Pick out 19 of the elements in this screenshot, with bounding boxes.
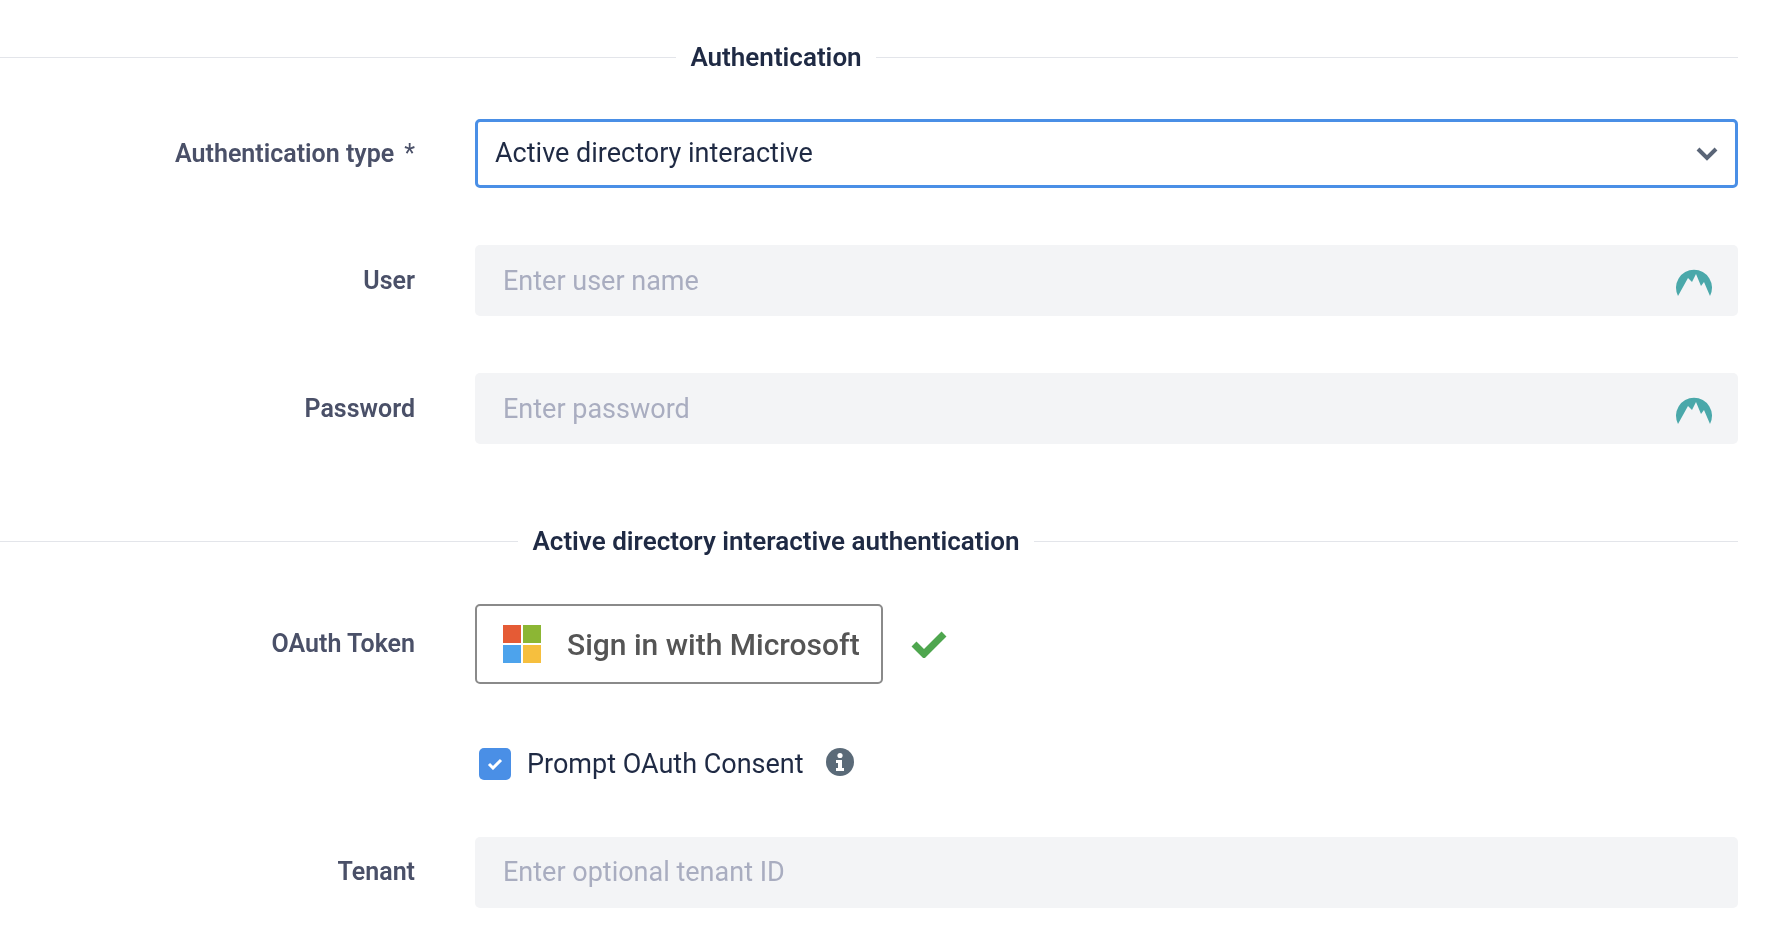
- field-label: User: [363, 264, 415, 297]
- windows-logo-icon: [503, 625, 541, 663]
- checkmark-icon: [487, 758, 503, 771]
- section-heading: Authentication: [689, 40, 863, 74]
- chevron-down-icon: [1696, 146, 1718, 161]
- field-label: OAuth Token: [271, 628, 415, 661]
- input-field[interactable]: Enter password: [475, 373, 1738, 444]
- info-icon[interactable]: [825, 748, 854, 777]
- checkbox-label[interactable]: Prompt OAuth Consent: [527, 744, 804, 785]
- section-heading: Active directory interactive authentication: [531, 524, 1021, 558]
- checkbox[interactable]: [479, 748, 511, 781]
- input-field[interactable]: Enter user name: [475, 245, 1738, 316]
- field-label: Tenant: [337, 856, 415, 889]
- input-field[interactable]: Enter optional tenant ID: [475, 836, 1738, 908]
- required-mark: *: [404, 137, 415, 170]
- sign-in-button[interactable]: Sign in with Microsoft: [475, 604, 883, 684]
- field-label: Authentication type: [175, 137, 395, 170]
- field-label: Password: [304, 392, 415, 425]
- dropdown-field[interactable]: Active directory interactive: [475, 119, 1738, 188]
